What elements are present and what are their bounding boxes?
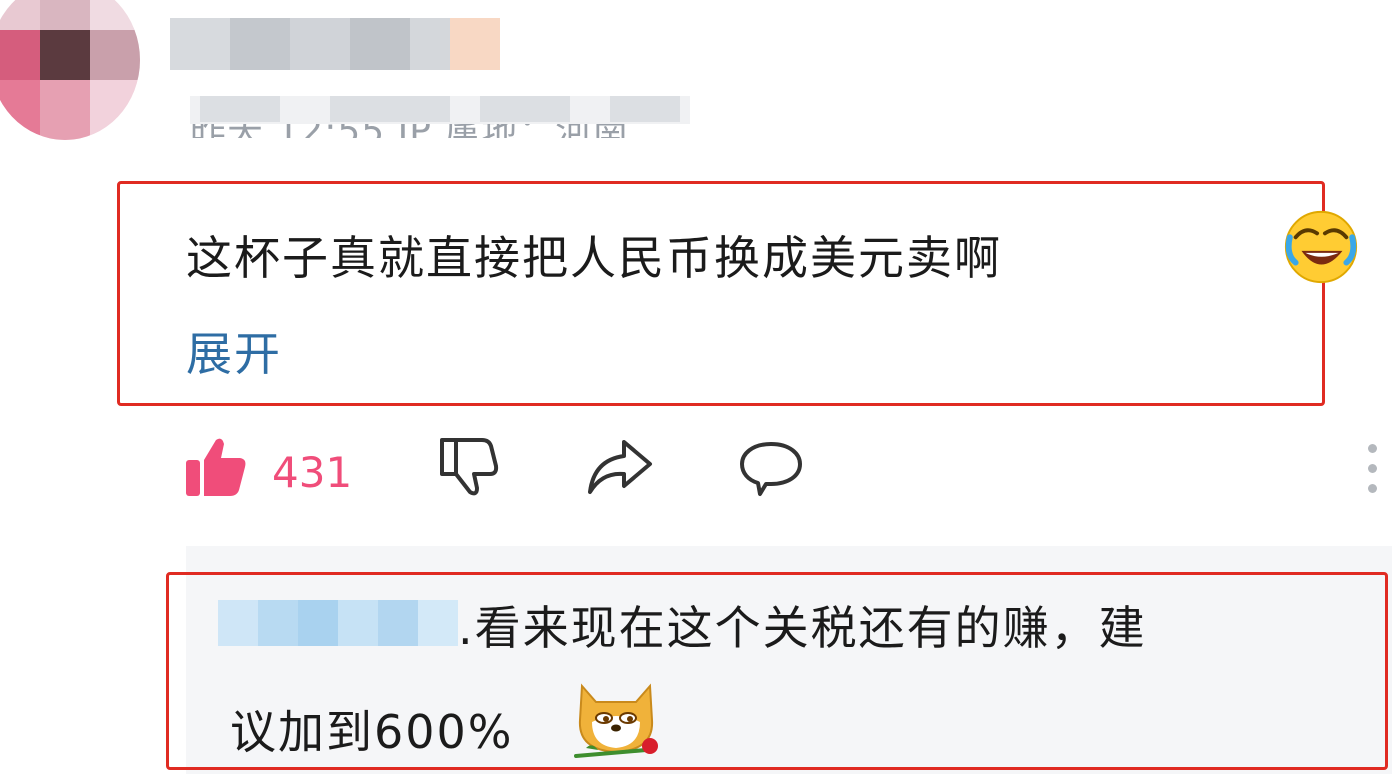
reply-username-blurred[interactable] [218, 600, 458, 646]
laughing-crying-emoji [1284, 210, 1358, 284]
highlight-box-comment [117, 181, 1325, 406]
avatar[interactable] [0, 0, 140, 140]
comment-text: 这杯子真就直接把人民币换成美元卖啊 [186, 231, 1002, 285]
share-icon[interactable] [586, 438, 654, 496]
comment-icon[interactable] [738, 440, 804, 498]
comment-meta: 昨天 12:55 IP 属地：河南 [190, 96, 690, 138]
expand-link[interactable]: 展开 [186, 318, 282, 384]
like-count: 431 [272, 448, 353, 497]
reply-text-line2: 议加到600% [230, 705, 514, 759]
username-blurred[interactable] [170, 18, 530, 70]
doge-rose-emoji [574, 683, 658, 758]
reply-text-line1: .看来现在这个关税还有的赚，建 [458, 601, 1147, 655]
more-vertical-icon[interactable] [1362, 440, 1382, 500]
thumbs-down-icon[interactable] [436, 436, 500, 498]
thumbs-up-icon[interactable] [184, 436, 248, 498]
